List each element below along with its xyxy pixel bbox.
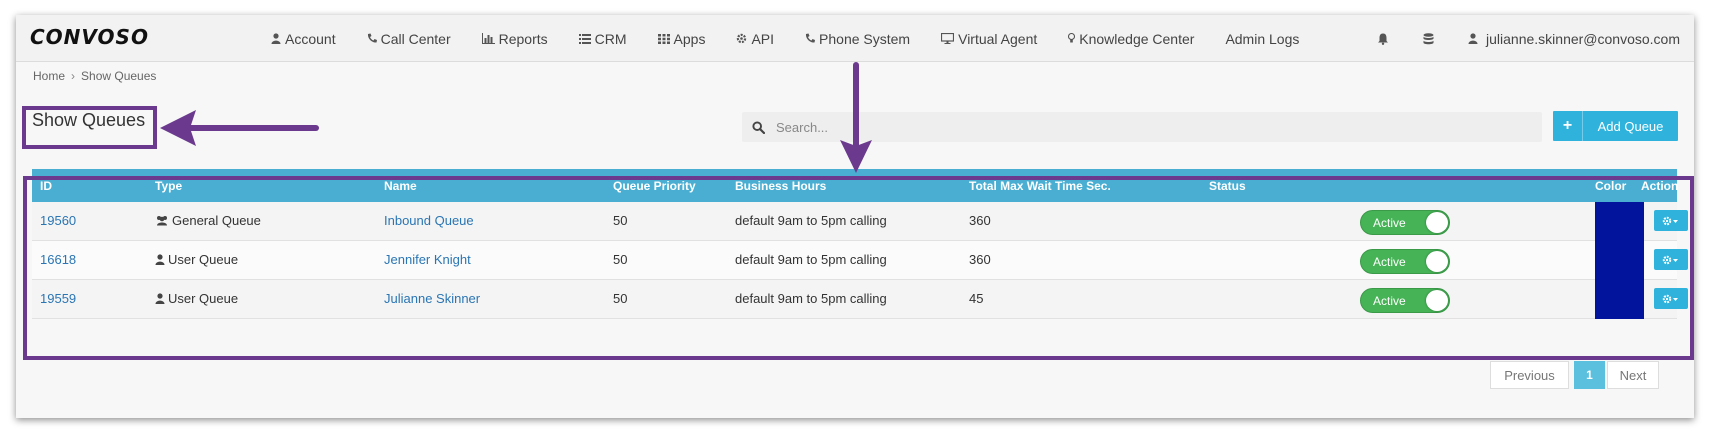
- current-page-button[interactable]: 1: [1574, 361, 1605, 389]
- user-email: julianne.skinner@convoso.com: [1486, 30, 1680, 47]
- phone-icon: [367, 33, 377, 43]
- phone-icon: [806, 33, 816, 43]
- nav-item-phone-system[interactable]: Phone System: [805, 31, 910, 47]
- nav-item-label: Knowledge Center: [1079, 30, 1195, 47]
- previous-page-button[interactable]: Previous: [1490, 361, 1569, 389]
- nav-item-label: Admin Logs: [1225, 30, 1300, 47]
- user-icon: [1468, 33, 1478, 44]
- nav-item-reports[interactable]: Reports: [481, 30, 548, 47]
- annotation-title-highlight: [22, 106, 157, 149]
- nav-item-admin-logs[interactable]: Admin Logs: [1225, 31, 1299, 47]
- breadcrumb-home[interactable]: Home: [33, 69, 65, 83]
- nav-item-label: Virtual Agent: [958, 30, 1038, 47]
- search-icon: [752, 120, 765, 134]
- add-queue-button[interactable]: + Add Queue: [1553, 111, 1678, 141]
- main-nav: Account Call Center Reports CRM Apps API: [271, 15, 1299, 62]
- nav-item-call-center[interactable]: Call Center: [367, 31, 451, 47]
- lightbulb-icon: [1068, 33, 1076, 43]
- gear-icon: [737, 33, 747, 44]
- nav-item-apps[interactable]: Apps: [657, 30, 706, 47]
- nav-item-label: API: [751, 30, 775, 47]
- monitor-icon: [941, 33, 955, 44]
- nav-item-account[interactable]: Account: [271, 31, 336, 47]
- nav-item-label: Phone System: [819, 30, 911, 47]
- annotation-table-highlight: [23, 176, 1694, 360]
- nav-item-label: CRM: [594, 30, 627, 47]
- nav-item-knowledge-center[interactable]: Knowledge Center: [1068, 31, 1194, 47]
- navbar-right: julianne.skinner@convoso.com: [1343, 15, 1680, 62]
- plus-icon: +: [1553, 111, 1583, 141]
- nav-item-label: Call Center: [380, 30, 451, 47]
- pagination: Previous 1 Next: [1490, 361, 1659, 389]
- database-button[interactable]: [1423, 32, 1434, 45]
- grid-icon: [657, 33, 670, 44]
- list-icon: [578, 33, 591, 44]
- search-box: [742, 112, 1542, 142]
- notifications-button[interactable]: [1377, 33, 1389, 45]
- nav-item-label: Account: [285, 30, 336, 47]
- bar-chart-icon: [481, 33, 495, 44]
- bell-icon: [1378, 33, 1389, 45]
- search-input[interactable]: [776, 119, 1476, 135]
- user-menu[interactable]: julianne.skinner@convoso.com: [1468, 31, 1680, 47]
- nav-item-label: Reports: [498, 30, 548, 47]
- breadcrumb-separator: ›: [71, 69, 76, 83]
- nav-item-label: Apps: [673, 30, 706, 47]
- logo: CONVOSO: [30, 25, 149, 49]
- next-page-button[interactable]: Next: [1607, 361, 1659, 389]
- database-icon: [1423, 32, 1434, 44]
- top-navbar: CONVOSO Account Call Center Reports CRM …: [16, 15, 1694, 62]
- nav-item-crm[interactable]: CRM: [578, 30, 627, 47]
- breadcrumb: Home › Show Queues: [33, 69, 156, 83]
- breadcrumb-current: Show Queues: [81, 69, 157, 83]
- user-icon: [271, 33, 281, 44]
- nav-item-virtual-agent[interactable]: Virtual Agent: [941, 31, 1037, 47]
- add-queue-label: Add Queue: [1597, 118, 1664, 134]
- nav-item-api[interactable]: API: [736, 31, 774, 47]
